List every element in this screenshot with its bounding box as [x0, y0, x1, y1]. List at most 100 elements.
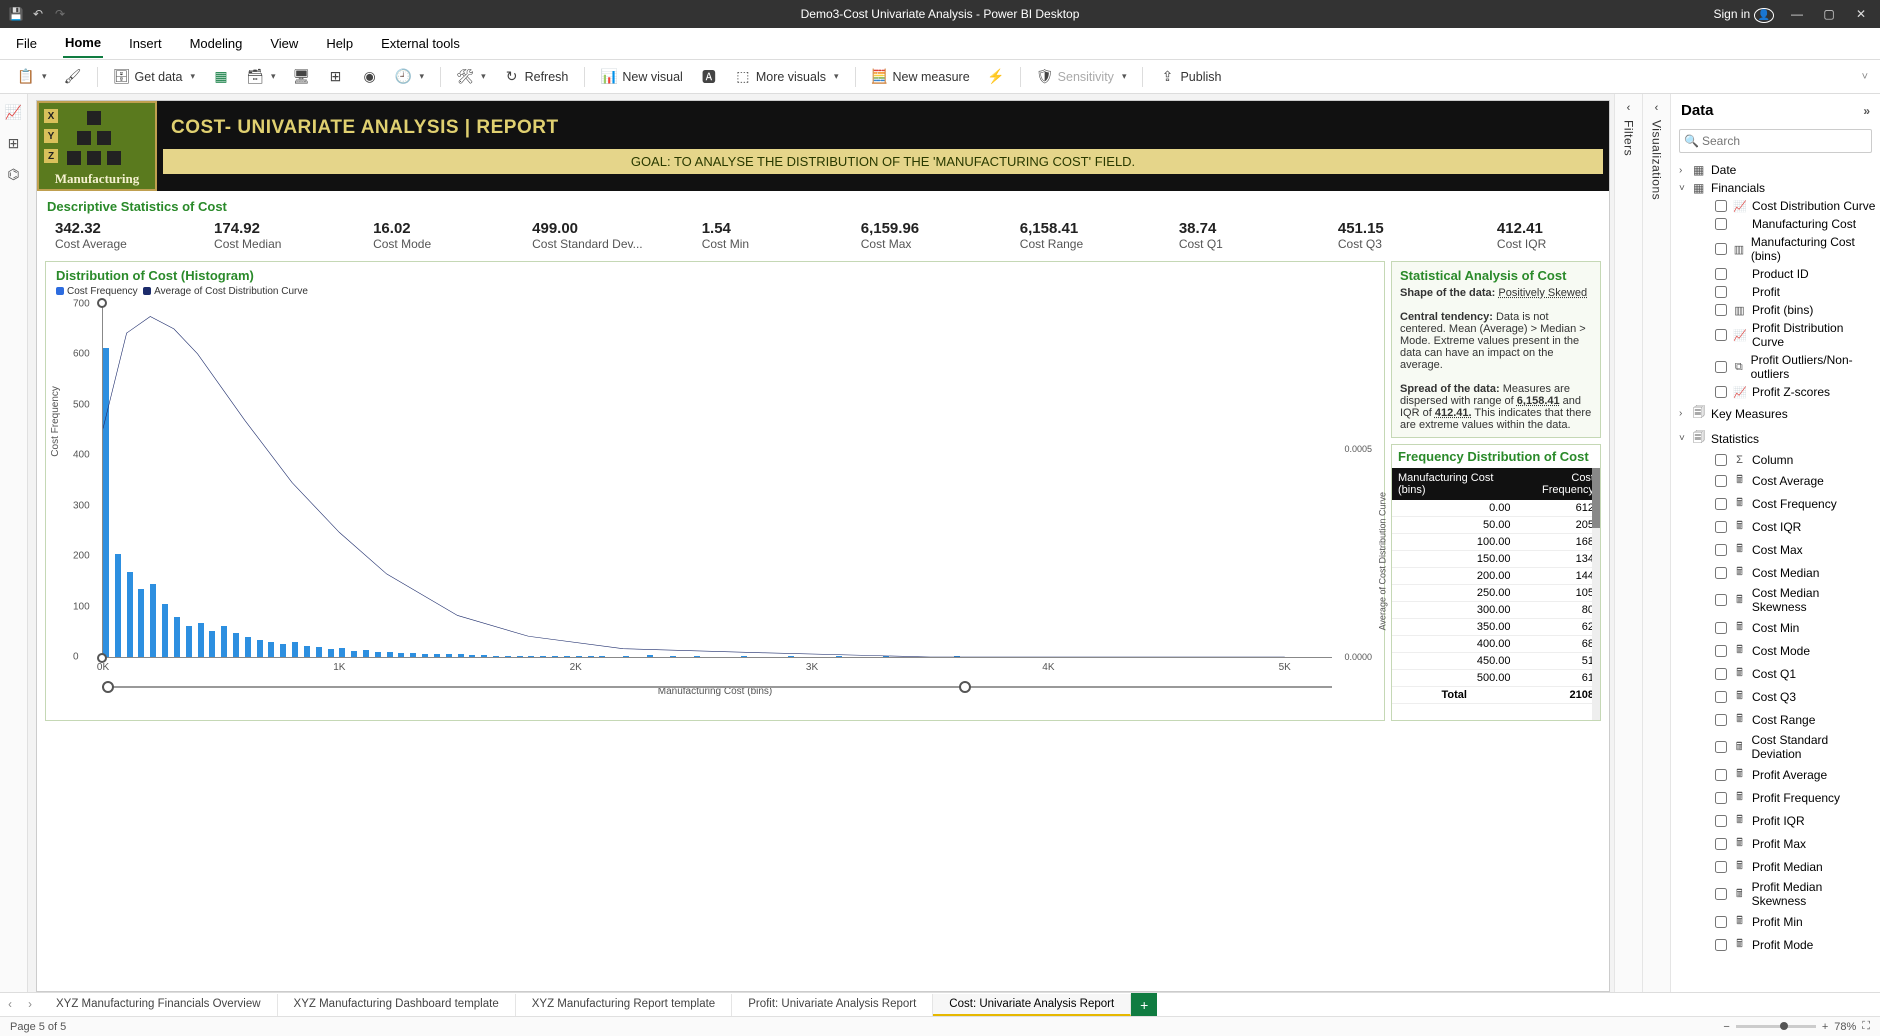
tree-field[interactable]: 🖩Cost Frequency [1693, 492, 1876, 515]
table-row[interactable]: 400.0068 [1392, 636, 1600, 653]
redo-icon[interactable]: ↷ [52, 6, 68, 22]
new-measure-button[interactable]: 🧮New measure [866, 66, 976, 88]
maximize-button[interactable]: ▢ [1820, 7, 1838, 21]
field-checkbox[interactable] [1715, 691, 1727, 703]
add-page-button[interactable]: + [1131, 993, 1157, 1016]
data-view-icon[interactable]: ⊞ [8, 135, 20, 152]
tree-field[interactable]: 🖩Profit Max [1693, 832, 1876, 855]
enter-data-button[interactable]: ⊞ [322, 66, 350, 88]
field-checkbox[interactable] [1715, 243, 1727, 255]
table-row[interactable]: 500.0061 [1392, 670, 1600, 687]
stat-card[interactable]: 174.92Cost Median [214, 220, 314, 251]
menu-modeling[interactable]: Modeling [188, 30, 245, 57]
fields-tree[interactable]: ›▦Date˅▦Financials📈Cost Distribution Cur… [1671, 161, 1880, 992]
tree-field[interactable]: 🖩Cost Max [1693, 538, 1876, 561]
tree-field[interactable]: 🖩Profit Frequency [1693, 786, 1876, 809]
sign-in-button[interactable]: Sign in 👤 [1714, 7, 1775, 21]
menu-view[interactable]: View [268, 30, 300, 57]
range-slider-handle-right[interactable] [959, 681, 971, 693]
zoom-control[interactable]: − + 78% ⛶ [1723, 1020, 1870, 1033]
menu-help[interactable]: Help [324, 30, 355, 57]
stat-card[interactable]: 342.32Cost Average [55, 220, 155, 251]
field-checkbox[interactable] [1715, 838, 1727, 850]
tree-table-financials[interactable]: ˅▦Financials [1679, 179, 1876, 197]
tree-field[interactable]: 🖩Profit Mode [1693, 933, 1876, 956]
freq-table-scroll[interactable]: Manufacturing Cost (bins) Cost Frequency… [1392, 468, 1600, 720]
field-checkbox[interactable] [1715, 594, 1727, 606]
tree-field[interactable]: 🖩Cost IQR [1693, 515, 1876, 538]
field-checkbox[interactable] [1715, 714, 1727, 726]
tree-field[interactable]: ▥Profit (bins) [1693, 301, 1876, 319]
tree-field[interactable]: 🖩Cost Mode [1693, 639, 1876, 662]
tree-table-date[interactable]: ›▦Date [1679, 161, 1876, 179]
table-row[interactable]: 250.00105 [1392, 585, 1600, 602]
minimize-button[interactable]: — [1788, 7, 1806, 21]
stat-card[interactable]: 412.41Cost IQR [1497, 220, 1597, 251]
stat-card[interactable]: 1.54Cost Min [702, 220, 802, 251]
field-checkbox[interactable] [1715, 567, 1727, 579]
stat-card[interactable]: 499.00Cost Standard Dev... [532, 220, 643, 251]
tab-nav-right[interactable]: › [20, 999, 40, 1011]
stat-card[interactable]: 6,159.96Cost Max [861, 220, 961, 251]
new-visual-button[interactable]: 📊New visual [595, 66, 688, 88]
field-checkbox[interactable] [1715, 286, 1727, 298]
tree-field[interactable]: 🖩Cost Q1 [1693, 662, 1876, 685]
tree-field[interactable]: 🖩Cost Average [1693, 469, 1876, 492]
tree-field[interactable]: 🖩Cost Median Skewness [1693, 584, 1876, 616]
chart-plot[interactable]: 01002003004005006007000K1K2K3K4K5K0.0000… [102, 304, 1332, 658]
tree-table-key-measures[interactable]: ›🗐Key Measures [1679, 401, 1876, 426]
table-row[interactable]: 100.00168 [1392, 534, 1600, 551]
table-row[interactable]: 200.00144 [1392, 568, 1600, 585]
stat-card[interactable]: 16.02Cost Mode [373, 220, 473, 251]
table-row[interactable]: 50.00205 [1392, 517, 1600, 534]
page-tab[interactable]: Profit: Univariate Analysis Report [732, 994, 933, 1016]
data-hub-button[interactable]: 🗃 [241, 66, 282, 88]
histogram-visual[interactable]: Distribution of Cost (Histogram) Cost Fr… [45, 261, 1385, 721]
field-checkbox[interactable] [1715, 544, 1727, 556]
field-checkbox[interactable] [1715, 769, 1727, 781]
ribbon-collapse-button[interactable]: ˅ [1862, 71, 1868, 83]
frequency-table-visual[interactable]: Frequency Distribution of Cost Manufactu… [1391, 444, 1601, 721]
dataverse-button[interactable]: ◉ [356, 66, 384, 88]
tab-nav-left[interactable]: ‹ [0, 999, 20, 1011]
freq-scrollbar[interactable] [1592, 468, 1600, 720]
text-box-button[interactable]: 🅰 [695, 66, 723, 88]
field-checkbox[interactable] [1715, 361, 1727, 373]
field-checkbox[interactable] [1715, 498, 1727, 510]
tree-field[interactable]: ▥Manufacturing Cost (bins) [1693, 233, 1876, 265]
distribution-curve[interactable] [103, 316, 1285, 657]
field-checkbox[interactable] [1715, 792, 1727, 804]
sql-server-button[interactable]: 🖥 [288, 66, 316, 88]
zoom-out-icon[interactable]: − [1723, 1021, 1729, 1033]
field-checkbox[interactable] [1715, 304, 1727, 316]
tree-field[interactable]: 🖩Profit Median [1693, 855, 1876, 878]
expand-collapse-icon[interactable]: » [1863, 104, 1870, 118]
table-row[interactable]: 150.00134 [1392, 551, 1600, 568]
clipboard-paste-button[interactable]: 📋 [12, 66, 53, 88]
statistical-analysis-visual[interactable]: Statistical Analysis of Cost Shape of th… [1391, 261, 1601, 438]
quick-measure-button[interactable]: ⚡ [982, 66, 1010, 88]
field-checkbox[interactable] [1715, 645, 1727, 657]
field-checkbox[interactable] [1715, 386, 1727, 398]
model-view-icon[interactable]: ⌬ [7, 166, 19, 183]
tree-field[interactable]: 🖩Profit Average [1693, 763, 1876, 786]
tree-field[interactable]: 🖩Cost Median [1693, 561, 1876, 584]
tree-field[interactable]: Product ID [1693, 265, 1876, 283]
field-checkbox[interactable] [1715, 916, 1727, 928]
range-slider-handle-left[interactable] [102, 681, 114, 693]
table-row[interactable]: 300.0080 [1392, 602, 1600, 619]
undo-icon[interactable]: ↶ [30, 6, 46, 22]
tree-field[interactable]: 🖩Profit Median Skewness [1693, 878, 1876, 910]
tree-field[interactable]: Manufacturing Cost [1693, 215, 1876, 233]
more-visuals-button[interactable]: ⬚More visuals [729, 66, 845, 88]
field-checkbox[interactable] [1715, 475, 1727, 487]
y-range-handle[interactable] [97, 653, 107, 663]
page-tab[interactable]: XYZ Manufacturing Report template [516, 994, 732, 1016]
freq-col-frequency[interactable]: Cost Frequency [1516, 468, 1600, 500]
stat-card[interactable]: 38.74Cost Q1 [1179, 220, 1279, 251]
y-range-handle[interactable] [97, 298, 107, 308]
transform-data-button[interactable]: 🛠 [451, 66, 492, 88]
field-checkbox[interactable] [1715, 939, 1727, 951]
report-canvas[interactable]: X Y Z Manufacturing COST- UNIVARIATE ANA… [36, 100, 1610, 992]
table-row[interactable]: 0.00612 [1392, 500, 1600, 517]
